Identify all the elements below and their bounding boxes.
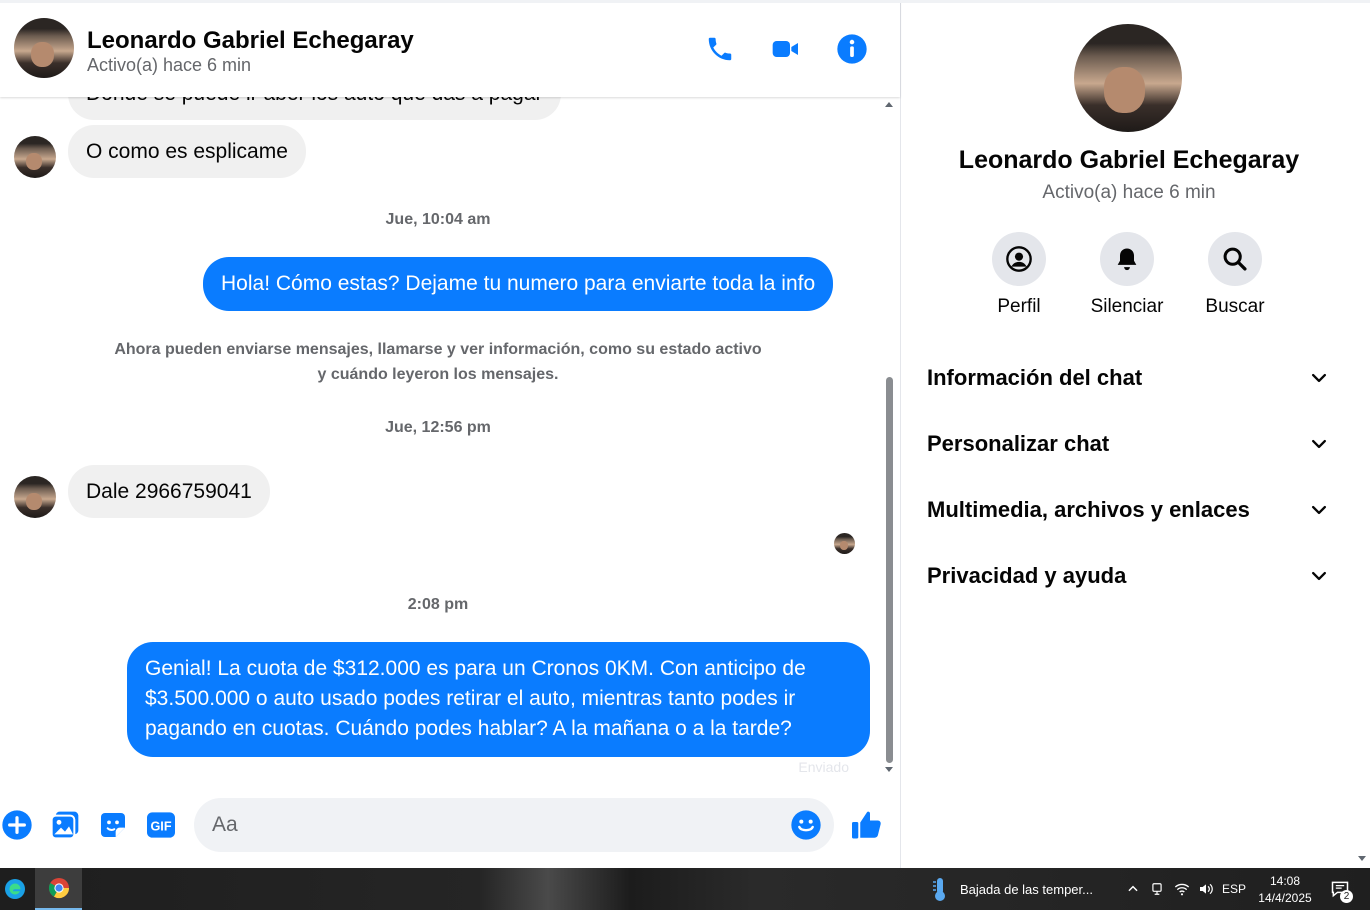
section-title: Información del chat bbox=[927, 365, 1143, 390]
profile-button[interactable]: Perfil bbox=[965, 232, 1073, 318]
thermometer-icon bbox=[933, 878, 945, 901]
contact-name[interactable]: Leonardo Gabriel Echegaray bbox=[87, 27, 414, 55]
contact-status: Activo(a) hace 6 min bbox=[87, 55, 252, 75]
message-list[interactable]: Donde se puede ir aber los auto que das … bbox=[0, 97, 882, 777]
section-privacy-help[interactable]: Privacidad y ayuda bbox=[913, 548, 1343, 604]
gif-label: GIF bbox=[150, 820, 171, 834]
clock-time: 14:08 bbox=[1269, 874, 1301, 888]
info-icon[interactable] bbox=[834, 31, 870, 67]
message-bubble-outgoing[interactable]: Hola! Cómo estas? Dejame tu numero para … bbox=[203, 257, 834, 311]
sent-status: Enviado bbox=[798, 759, 849, 775]
panel-scroll-down-icon[interactable] bbox=[1358, 856, 1366, 861]
section-title: Privacidad y ayuda bbox=[927, 563, 1127, 588]
mute-button[interactable]: Silenciar bbox=[1073, 232, 1181, 318]
system-notice: Ahora pueden enviarse mensajes, llamarse… bbox=[114, 341, 762, 383]
thumbs-up-icon[interactable] bbox=[848, 806, 886, 844]
image-icon[interactable] bbox=[48, 808, 82, 842]
volume-icon[interactable] bbox=[1196, 868, 1216, 910]
section-customize-chat[interactable]: Personalizar chat bbox=[913, 416, 1343, 472]
chevron-down-icon bbox=[1312, 373, 1326, 383]
sender-avatar[interactable] bbox=[14, 136, 56, 178]
chevron-down-icon bbox=[1312, 571, 1326, 581]
notification-count-badge: 2 bbox=[1340, 890, 1353, 903]
language-indicator[interactable]: ESP bbox=[1220, 868, 1248, 910]
emoji-icon[interactable] bbox=[790, 809, 822, 841]
message-bubble-incoming[interactable]: Donde se puede ir aber los auto que das … bbox=[68, 97, 561, 120]
contact-avatar-large[interactable] bbox=[1074, 24, 1182, 132]
contact-status: Activo(a) hace 6 min bbox=[1042, 182, 1216, 203]
phone-icon[interactable] bbox=[702, 31, 738, 67]
wifi-icon[interactable] bbox=[1172, 868, 1192, 910]
scrollbar-thumb[interactable] bbox=[886, 377, 893, 763]
chevron-down-icon bbox=[1312, 505, 1326, 515]
search-icon bbox=[1208, 232, 1262, 286]
search-button[interactable]: Buscar bbox=[1181, 232, 1289, 318]
search-label: Buscar bbox=[1205, 296, 1265, 317]
message-input-container[interactable] bbox=[194, 798, 834, 852]
sender-avatar[interactable] bbox=[14, 476, 56, 518]
profile-icon bbox=[992, 232, 1046, 286]
contact-name: Leonardo Gabriel Echegaray bbox=[958, 146, 1300, 174]
message-bubble-incoming[interactable]: Dale 2966759041 bbox=[68, 465, 270, 518]
sticker-icon[interactable] bbox=[96, 808, 130, 842]
chevron-down-icon bbox=[1312, 439, 1326, 449]
message-bubble-outgoing[interactable]: Genial! La cuota de $312.000 es para un … bbox=[127, 642, 870, 757]
chrome-icon bbox=[48, 878, 69, 899]
message-timestamp: 2:08 pm bbox=[407, 596, 469, 613]
chat-pane: Leonardo Gabriel Echegaray Activo(a) hac… bbox=[0, 0, 900, 868]
message-input[interactable] bbox=[212, 798, 782, 852]
message-composer: GIF bbox=[0, 780, 900, 868]
gif-icon[interactable]: GIF bbox=[144, 808, 178, 842]
message-bubble-incoming[interactable]: O como es esplicame bbox=[68, 125, 306, 178]
messenger-app: Leonardo Gabriel Echegaray Activo(a) hac… bbox=[0, 0, 1370, 868]
message-scrollbar[interactable] bbox=[882, 97, 896, 778]
scroll-down-icon[interactable] bbox=[885, 767, 893, 772]
chat-header: Leonardo Gabriel Echegaray Activo(a) hac… bbox=[0, 0, 900, 97]
bell-icon bbox=[1100, 232, 1154, 286]
plus-icon[interactable] bbox=[0, 808, 34, 842]
window-top-strip bbox=[0, 0, 1370, 3]
mute-label: Silenciar bbox=[1090, 296, 1164, 317]
system-clock[interactable]: 14:08 14/4/2025 bbox=[1250, 873, 1320, 907]
weather-widget[interactable]: Bajada de las temper... bbox=[930, 868, 1093, 910]
profile-label: Perfil bbox=[997, 296, 1041, 317]
windows-taskbar: Bajada de las temper... ESP 14:08 14/4/2… bbox=[0, 868, 1370, 910]
video-call-icon[interactable] bbox=[768, 31, 804, 67]
meeting-icon[interactable] bbox=[1148, 868, 1166, 910]
notifications-button[interactable]: 2 bbox=[1326, 868, 1354, 910]
chat-info-panel: Leonardo Gabriel Echegaray Activo(a) hac… bbox=[900, 0, 1370, 868]
read-receipt-avatar bbox=[834, 533, 855, 554]
section-chat-info[interactable]: Información del chat bbox=[913, 350, 1343, 406]
scroll-up-icon[interactable] bbox=[885, 102, 893, 107]
section-title: Personalizar chat bbox=[927, 431, 1110, 456]
chevron-up-icon[interactable] bbox=[1124, 868, 1142, 910]
clock-date: 14/4/2025 bbox=[1258, 891, 1312, 905]
chrome-taskbar-button[interactable] bbox=[35, 868, 82, 910]
section-media-files-links[interactable]: Multimedia, archivos y enlaces bbox=[913, 482, 1343, 538]
message-timestamp: Jue, 10:04 am bbox=[385, 211, 491, 228]
contact-avatar[interactable] bbox=[14, 18, 74, 78]
message-timestamp: Jue, 12:56 pm bbox=[385, 419, 491, 436]
section-title: Multimedia, archivos y enlaces bbox=[927, 497, 1250, 522]
edge-icon[interactable] bbox=[0, 868, 30, 910]
weather-text: Bajada de las temper... bbox=[960, 881, 1093, 897]
